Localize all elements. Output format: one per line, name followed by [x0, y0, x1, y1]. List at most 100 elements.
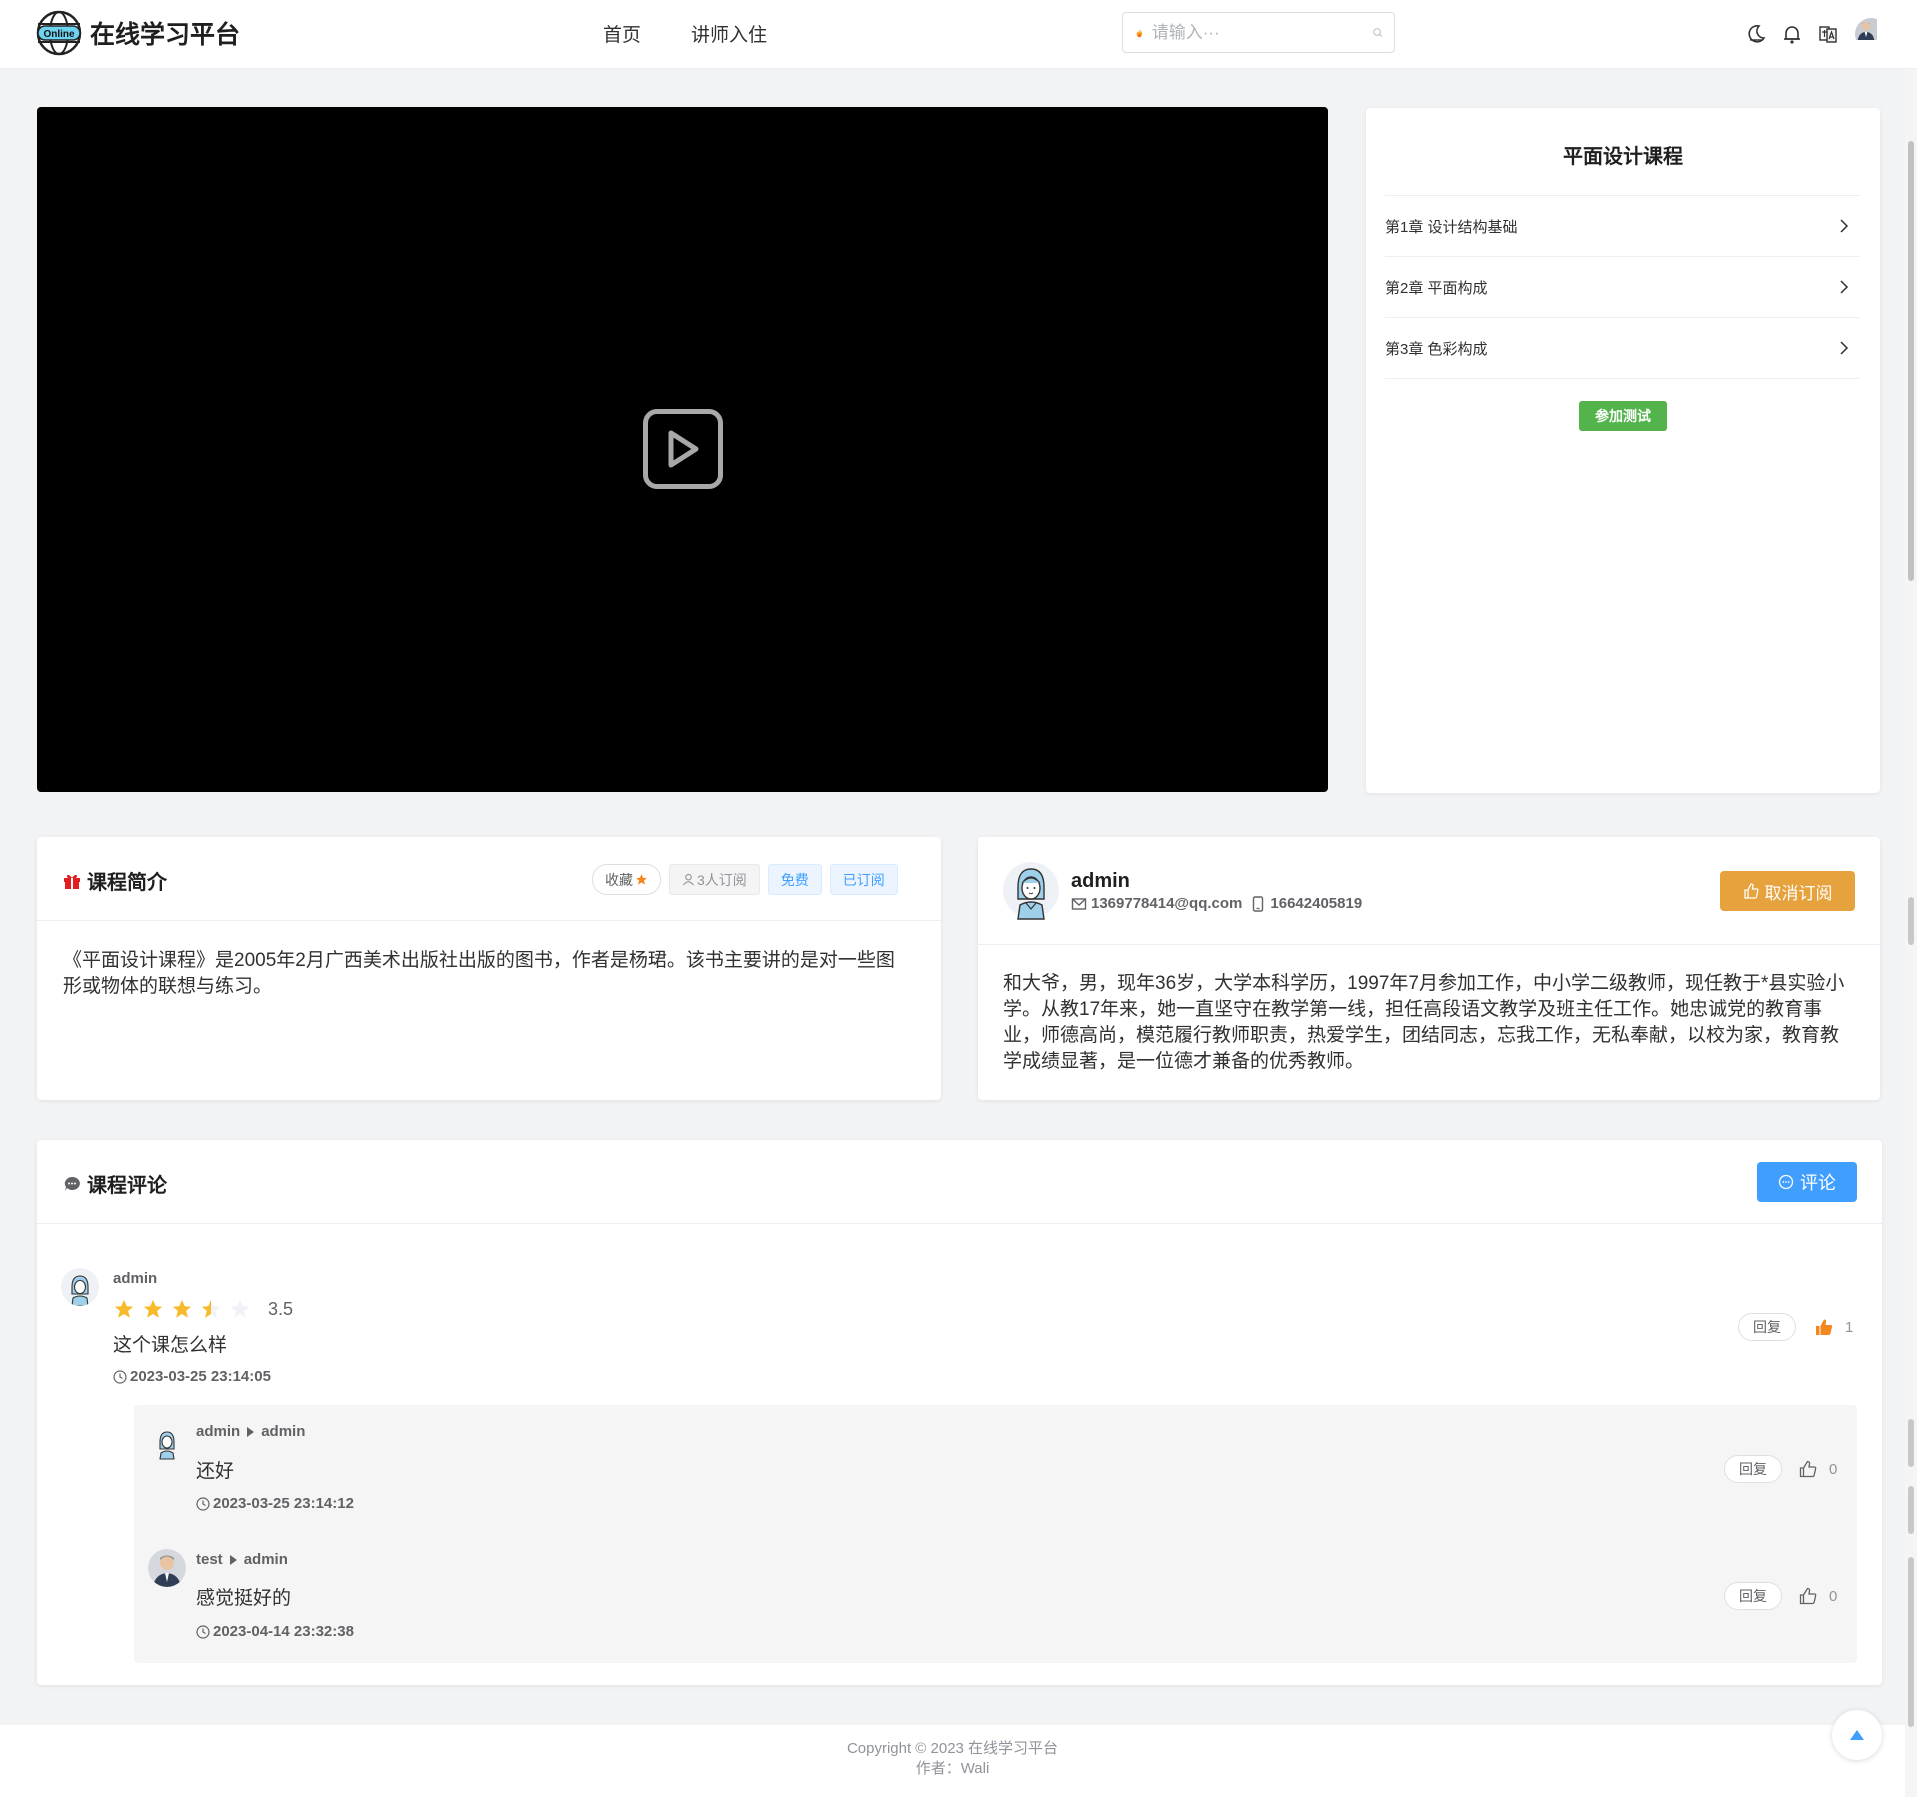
like-control[interactable]: 1 [1815, 1318, 1853, 1336]
moon-theme-icon[interactable] [1745, 23, 1767, 45]
chapter-list: 第1章 设计结构基础 第2章 平面构成 第3章 色彩构成 [1385, 195, 1859, 379]
star-icon [636, 874, 647, 885]
chevron-right-icon [1840, 280, 1849, 294]
take-exam-button[interactable]: 参加测试 [1579, 401, 1667, 431]
scrollbar-marker [1908, 1557, 1914, 1727]
header-actions [1745, 18, 1887, 50]
like-count: 1 [1845, 1318, 1854, 1336]
star-empty-icon [230, 1299, 250, 1318]
reply-time-text: 2023-03-25 23:14:12 [213, 1495, 354, 1512]
card-title: 课程简介 [63, 866, 167, 895]
caret-up-icon [1850, 1730, 1864, 1740]
page-scrollbar[interactable] [1905, 69, 1917, 1797]
clock-icon [113, 1369, 127, 1384]
subscribed-tag: 已订阅 [829, 864, 898, 895]
reply-button[interactable]: 回复 [1724, 1455, 1782, 1483]
teacher-avatar [1003, 862, 1059, 920]
comments-card: 课程评论 评论 admin 3.5 这个课怎么样 2023-03-25 23:1… [37, 1140, 1882, 1685]
logo-badge-text: Online [43, 29, 75, 40]
author-text: 作者：Wali [915, 1760, 990, 1777]
reply-target-user: admin [243, 1551, 288, 1568]
comment-icon [1778, 1174, 1794, 1190]
play-button[interactable] [643, 409, 723, 489]
course-intro-card: 课程简介 收藏 3人订阅 免费 已订阅 《平面设计课程》是2005年2月广西美术… [37, 837, 941, 1100]
like-count: 0 [1829, 1587, 1838, 1605]
favorite-label: 收藏 [605, 871, 633, 888]
video-player[interactable] [37, 107, 1328, 792]
clock-icon [196, 1496, 210, 1511]
star-filled-icon [172, 1299, 192, 1318]
reply-username: test [196, 1551, 223, 1568]
reply-time: 2023-03-25 23:14:12 [196, 1495, 354, 1512]
thumb-icon [1743, 883, 1758, 899]
intro-title: 课程简介 [87, 872, 167, 894]
nav-teacher-join[interactable]: 讲师入住 [691, 20, 767, 47]
replies-container: admin admin 还好 2023-03-25 23:14:12 回复 0 … [134, 1405, 1857, 1663]
admin-avatar-icon [71, 1275, 89, 1306]
scrollbar-thumb[interactable] [1908, 141, 1914, 581]
reply-button[interactable]: 回复 [1724, 1582, 1782, 1610]
scrollbar-marker [1908, 897, 1914, 945]
user-avatar[interactable] [1855, 18, 1887, 50]
play-icon [668, 430, 699, 468]
comment-time-text: 2023-03-25 23:14:05 [130, 1368, 271, 1385]
caret-right-icon [247, 1426, 255, 1437]
card-title: 课程评论 [63, 1169, 167, 1198]
chapter-item[interactable]: 第2章 平面构成 [1385, 257, 1859, 318]
scrollbar-marker [1908, 1486, 1914, 1534]
chevron-right-icon [1840, 341, 1849, 355]
thumbs-up-icon [1799, 1587, 1817, 1605]
reply-users: test admin [196, 1551, 288, 1568]
teacher-card: admin 1369778414@qq.com 16642405819 取消订阅… [978, 837, 1880, 1100]
search-icon[interactable] [1373, 24, 1382, 41]
chapter-item[interactable]: 第3章 色彩构成 [1385, 318, 1859, 379]
copyright-text: Copyright © 2023 在线学习平台 [846, 1740, 1059, 1757]
thumbs-up-icon [1799, 1460, 1817, 1478]
teacher-contact: 1369778414@qq.com 16642405819 [1071, 895, 1362, 912]
unsubscribe-label: 取消订阅 [1764, 883, 1833, 903]
subscriber-count: 3人订阅 [697, 871, 747, 888]
rating-stars: 3.5 [113, 1298, 293, 1320]
like-control[interactable]: 0 [1799, 1460, 1837, 1478]
rating-value: 3.5 [268, 1298, 294, 1319]
search-input[interactable] [1151, 22, 1373, 43]
fire-icon [1136, 28, 1143, 37]
site-logo[interactable]: Online 在线学习平台 [36, 10, 240, 56]
back-to-top-button[interactable] [1832, 1710, 1882, 1760]
like-control[interactable]: 0 [1799, 1587, 1837, 1605]
reply-username: admin [196, 1423, 241, 1440]
teacher-bio: 和大爷，男，现年36岁，大学本科学历，1997年7月参加工作，中小学二级教师，现… [1003, 973, 1845, 1072]
comments-title: 课程评论 [87, 1175, 167, 1197]
chapter-panel: 平面设计课程 第1章 设计结构基础 第2章 平面构成 第3章 色彩构成 参加测试 [1366, 108, 1880, 793]
card-header: 课程评论 评论 [37, 1140, 1882, 1224]
bell-icon[interactable] [1781, 23, 1803, 45]
teacher-name: admin [1071, 870, 1130, 892]
write-comment-button[interactable]: 评论 [1757, 1162, 1857, 1202]
chapter-label: 第1章 设计结构基础 [1385, 218, 1518, 236]
nav-home[interactable]: 首页 [603, 20, 641, 47]
reply-target-user: admin [261, 1423, 306, 1440]
user-icon [682, 873, 695, 886]
translate-icon[interactable] [1817, 23, 1839, 45]
gift-icon [64, 874, 80, 889]
card-header: 课程简介 收藏 3人订阅 免费 已订阅 [37, 837, 941, 921]
star-filled-icon [143, 1299, 163, 1318]
reply-button[interactable]: 回复 [1738, 1313, 1796, 1341]
search-box [1122, 12, 1395, 53]
user-avatar-icon [1855, 18, 1877, 40]
admin-avatar-icon [159, 1431, 175, 1460]
unsubscribe-button[interactable]: 取消订阅 [1720, 871, 1855, 911]
chapter-label: 第3章 色彩构成 [1385, 340, 1488, 358]
star-filled-icon [114, 1299, 134, 1318]
scrollbar-marker [1908, 1419, 1914, 1467]
top-navbar: Online 在线学习平台 首页 讲师入住 [0, 0, 1917, 69]
comment-time: 2023-03-25 23:14:05 [113, 1368, 271, 1385]
reply-text: 感觉挺好的 [196, 1588, 292, 1609]
like-count: 0 [1829, 1460, 1838, 1478]
favorite-tag[interactable]: 收藏 [592, 864, 661, 895]
chapter-item[interactable]: 第1章 设计结构基础 [1385, 196, 1859, 257]
page-footer: Copyright © 2023 在线学习平台 作者：Wali [0, 1725, 1905, 1797]
course-title: 平面设计课程 [1563, 146, 1683, 168]
reply-avatar [148, 1423, 186, 1461]
chat-bubble-icon [64, 1176, 80, 1191]
